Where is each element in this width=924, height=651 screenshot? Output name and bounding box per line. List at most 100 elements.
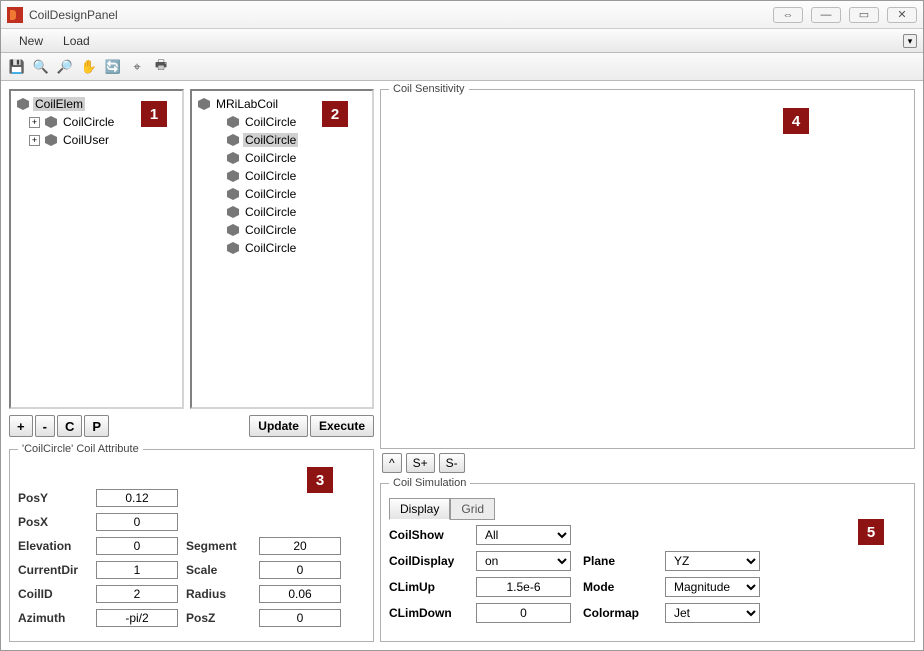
label-climup: CLimUp (389, 580, 464, 594)
app-icon (7, 7, 23, 23)
tree-item-label: CoilCircle (243, 205, 298, 219)
input-posx[interactable] (96, 513, 178, 531)
label-mode: Mode (583, 580, 653, 594)
input-elevation[interactable] (96, 537, 178, 555)
zoom-in-icon[interactable]: 🔍 (31, 57, 51, 77)
select-colormap[interactable]: Jet (665, 603, 760, 623)
window-titlebar: CoilDesignPanel ⇔ ― ▭ ✕ (1, 1, 923, 29)
coil-elements-tree[interactable]: CoilElem + CoilCircle + CoilUser 1 (9, 89, 184, 409)
remove-button[interactable]: - (35, 415, 55, 437)
window-help-button[interactable]: ⇔ (773, 7, 803, 23)
select-plane[interactable]: YZ (665, 551, 760, 571)
cube-icon (227, 116, 239, 128)
label-posx: PosX (18, 515, 88, 529)
expand-icon[interactable]: + (29, 135, 40, 146)
tab-grid[interactable]: Grid (450, 498, 495, 520)
rotate-icon[interactable]: 🔄 (103, 57, 123, 77)
tree-item-coilcircle[interactable]: CoilCircle (194, 239, 370, 257)
print-icon[interactable]: 🖶 (151, 57, 171, 77)
cube-icon (227, 188, 239, 200)
copy-button[interactable]: C (57, 415, 82, 437)
label-scale: Scale (186, 563, 251, 577)
input-segment[interactable] (259, 537, 341, 555)
select-coildisplay[interactable]: on (476, 551, 571, 571)
menu-bar: New Load ▾ (1, 29, 923, 53)
tab-display[interactable]: Display (389, 498, 450, 520)
tree-item-coilcircle[interactable]: CoilCircle (194, 221, 370, 239)
label-plane: Plane (583, 554, 653, 568)
label-azimuth: Azimuth (18, 611, 88, 625)
label-colormap: Colormap (583, 606, 653, 620)
annotation-marker-2: 2 (322, 101, 348, 127)
pan-icon[interactable]: ✋ (79, 57, 99, 77)
window-maximize-button[interactable]: ▭ (849, 7, 879, 23)
axis-up-button[interactable]: ^ (382, 453, 402, 473)
window-title: CoilDesignPanel (29, 8, 773, 22)
tree-item-coilcircle[interactable]: CoilCircle (194, 131, 370, 149)
datacursor-icon[interactable]: ⌖ (127, 57, 147, 77)
cube-icon (45, 116, 57, 128)
add-button[interactable]: + (9, 415, 33, 437)
label-coilid: CoilID (18, 587, 88, 601)
scale-minus-button[interactable]: S- (439, 453, 465, 473)
toolbar: 💾 🔍 🔎 ✋ 🔄 ⌖ 🖶 (1, 53, 923, 81)
annotation-marker-1: 1 (141, 101, 167, 127)
tree-item-label: CoilCircle (243, 187, 298, 201)
update-button[interactable]: Update (249, 415, 308, 437)
input-currentdir[interactable] (96, 561, 178, 579)
input-scale[interactable] (259, 561, 341, 579)
zoom-out-icon[interactable]: 🔎 (55, 57, 75, 77)
label-posz: PosZ (186, 611, 251, 625)
tree-item-coilcircle[interactable]: CoilCircle (194, 149, 370, 167)
expand-icon[interactable]: + (29, 117, 40, 128)
input-coilid[interactable] (96, 585, 178, 603)
paste-button[interactable]: P (84, 415, 109, 437)
menu-new[interactable]: New (9, 32, 53, 50)
label-segment: Segment (186, 539, 251, 553)
menu-load[interactable]: Load (53, 32, 100, 50)
save-icon[interactable]: 💾 (7, 57, 27, 77)
tree-item-label: CoilCircle (243, 223, 298, 237)
tree-item-label: CoilCircle (243, 241, 298, 255)
plot-legend: Coil Sensitivity (389, 83, 469, 95)
tree-item-coilcircle[interactable]: CoilCircle (194, 203, 370, 221)
tree-root-label: MRiLabCoil (214, 97, 280, 111)
input-climup[interactable] (476, 577, 571, 597)
label-posy: PosY (18, 491, 88, 505)
sim-legend: Coil Simulation (389, 477, 470, 489)
input-azimuth[interactable] (96, 609, 178, 627)
cube-icon (227, 242, 239, 254)
tree-item-coilcircle[interactable]: CoilCircle (194, 185, 370, 203)
label-radius: Radius (186, 587, 251, 601)
label-coildisplay: CoilDisplay (389, 554, 464, 568)
tree-item-label: CoilCircle (243, 151, 298, 165)
window-close-button[interactable]: ✕ (887, 7, 917, 23)
input-climdown[interactable] (476, 603, 571, 623)
tree-item-coiluser[interactable]: + CoilUser (13, 131, 180, 149)
label-climdown: CLimDown (389, 606, 464, 620)
cube-icon (227, 134, 239, 146)
execute-button[interactable]: Execute (310, 415, 374, 437)
scale-plus-button[interactable]: S+ (406, 453, 435, 473)
menu-chevron-icon[interactable]: ▾ (903, 34, 917, 48)
select-coilshow[interactable]: All (476, 525, 571, 545)
cube-icon (227, 206, 239, 218)
tree-item-coilcircle[interactable]: CoilCircle (194, 167, 370, 185)
window-minimize-button[interactable]: ― (811, 7, 841, 23)
input-posz[interactable] (259, 609, 341, 627)
input-radius[interactable] (259, 585, 341, 603)
coil-attribute-legend: 'CoilCircle' Coil Attribute (18, 443, 143, 455)
tree-root-label: CoilElem (33, 97, 85, 111)
tree-item-label: CoilCircle (61, 115, 116, 129)
cube-icon (227, 224, 239, 236)
annotation-marker-4: 4 (783, 108, 809, 134)
tree-item-label: CoilUser (61, 133, 111, 147)
select-mode[interactable]: Magnitude (665, 577, 760, 597)
input-posy[interactable] (96, 489, 178, 507)
coil-sensitivity-panel: Coil Sensitivity 4 (380, 89, 915, 449)
cube-icon (45, 134, 57, 146)
coil-simulation-panel: Coil Simulation 5 Display Grid CoilShow … (380, 477, 915, 642)
coil-config-tree[interactable]: MRiLabCoil CoilCircle CoilCircle CoilCircl… (190, 89, 374, 409)
label-elevation: Elevation (18, 539, 88, 553)
label-coilshow: CoilShow (389, 528, 464, 542)
